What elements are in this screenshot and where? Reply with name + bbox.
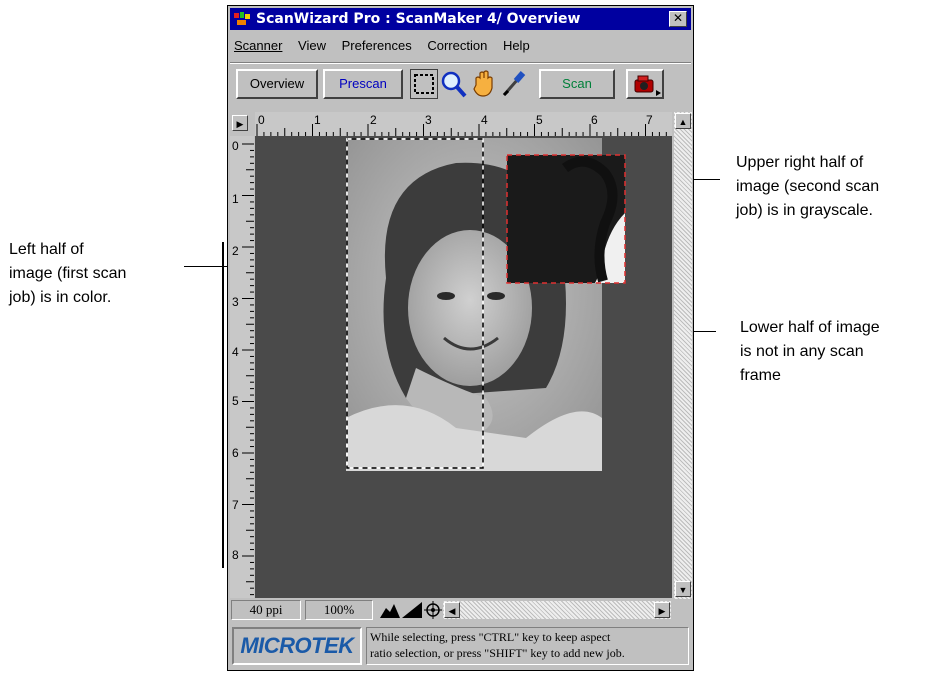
microtek-logo: MICROTEK <box>232 627 362 665</box>
v-ruler-label-4: 4 <box>232 345 239 359</box>
scroll-right-button[interactable]: ▶ <box>654 602 670 618</box>
annotation-left-line2: image (first scan <box>9 265 127 282</box>
v-ruler-label-3: 3 <box>232 295 239 309</box>
overview-label: Overview <box>249 76 305 91</box>
hint-line-2: ratio selection, or press "SHIFT" key to… <box>370 646 625 660</box>
vertical-ruler: 0 1 2 3 4 5 6 7 8 <box>230 136 254 598</box>
scanwizard-window: ScanWizard Pro : ScanMaker 4/ Overview ✕… <box>227 5 694 671</box>
annotation-lower-right: Lower half of image is not in any scan f… <box>740 316 880 388</box>
play-arrow-icon: ▶ <box>236 119 244 129</box>
annotation-upper-right-line3: job) is in grayscale. <box>736 202 873 219</box>
v-ruler-label-2: 2 <box>232 244 239 258</box>
target-icon[interactable] <box>424 601 442 619</box>
h-ruler-label-3: 3 <box>425 113 432 127</box>
h-ruler-label-4: 4 <box>481 113 488 127</box>
v-ruler-label-1: 1 <box>232 192 239 206</box>
annotation-lower-right-line2: is not in any scan <box>740 343 864 360</box>
close-icon: ✕ <box>672 11 684 25</box>
ruler-toggle-button[interactable]: ▶ <box>232 115 248 131</box>
preview-canvas[interactable] <box>255 136 672 598</box>
prescan-label: Prescan <box>339 76 387 91</box>
annotation-left-line1: Left half of <box>9 241 84 258</box>
scan-label: Scan <box>562 76 592 91</box>
horizontal-scrollbar[interactable]: ◀ ▶ <box>443 601 671 619</box>
tool-group <box>410 69 530 99</box>
zoom-icon[interactable] <box>440 69 468 99</box>
selection-hint: While selecting, press "CTRL" key to kee… <box>366 627 689 665</box>
overview-button[interactable]: Overview <box>236 69 318 99</box>
vertical-scrollbar[interactable]: ▲ ▼ <box>674 112 692 599</box>
annotation-upper-right-line1: Upper right half of <box>736 154 864 171</box>
v-ruler-label-0: 0 <box>232 139 239 153</box>
histogram-icon[interactable] <box>380 602 400 618</box>
arrow-left-icon: ◀ <box>448 606 456 616</box>
annotation-upper-right: Upper right half of image (second scan j… <box>736 151 879 223</box>
scan-frame-grayscale[interactable] <box>505 153 629 287</box>
scanner-settings-icon <box>634 75 661 96</box>
resolution-readout: 40 ppi <box>231 600 301 620</box>
v-ruler-label-5: 5 <box>232 394 239 408</box>
scroll-left-button[interactable]: ◀ <box>444 602 460 618</box>
zoom-readout: 100% <box>305 600 373 620</box>
h-ruler-label-0: 0 <box>258 113 265 127</box>
h-ruler-label-7: 7 <box>646 113 653 127</box>
menu-help[interactable]: Help <box>503 38 530 53</box>
toolbar-separator <box>230 62 691 64</box>
left-bracket-line <box>222 242 224 568</box>
status-bar: 40 ppi 100% ◀ ▶ <box>230 599 691 621</box>
menu-bar: Scanner View Preferences Correction Help <box>234 38 542 53</box>
eyedropper-icon[interactable] <box>500 69 528 99</box>
v-ruler-label-6: 6 <box>232 446 239 460</box>
hint-line-1: While selecting, press "CTRL" key to kee… <box>370 630 611 644</box>
h-ruler-label-6: 6 <box>591 113 598 127</box>
annotation-lower-right-line1: Lower half of image <box>740 319 880 336</box>
annotation-left: Left half of image (first scan job) is i… <box>9 238 126 310</box>
hand-pan-icon[interactable] <box>470 69 498 99</box>
zoom-value: 100% <box>323 602 355 617</box>
window-title: ScanWizard Pro : ScanMaker 4/ Overview <box>256 11 581 27</box>
annotation-lower-right-line3: frame <box>740 367 781 384</box>
scanner-settings-button[interactable] <box>626 69 664 99</box>
annotation-upper-right-line2: image (second scan <box>736 178 880 195</box>
app-icon <box>234 12 250 25</box>
h-ruler-label-5: 5 <box>536 113 543 127</box>
scroll-down-button[interactable]: ▼ <box>675 581 691 597</box>
v-ruler-label-8: 8 <box>232 548 239 562</box>
close-button[interactable]: ✕ <box>669 11 687 27</box>
v-ruler-label-7: 7 <box>232 498 239 512</box>
h-ruler-label-2: 2 <box>370 113 377 127</box>
arrow-down-icon: ▼ <box>678 585 688 595</box>
resolution-value: 40 ppi <box>249 602 283 617</box>
logo-text: MICROTEK <box>240 633 354 658</box>
horizontal-ruler: 0 1 2 3 4 5 6 7 <box>255 112 672 136</box>
scan-button[interactable]: Scan <box>539 69 615 99</box>
menu-correction[interactable]: Correction <box>427 38 487 53</box>
menu-view[interactable]: View <box>298 38 326 53</box>
arrow-up-icon: ▲ <box>678 117 688 127</box>
scroll-up-button[interactable]: ▲ <box>675 113 691 129</box>
arrow-right-icon: ▶ <box>658 606 666 616</box>
menu-preferences[interactable]: Preferences <box>342 38 412 53</box>
annotation-left-line3: job) is in color. <box>9 289 112 306</box>
menu-scanner[interactable]: Scanner <box>234 38 282 53</box>
marquee-select-icon[interactable] <box>410 69 438 99</box>
h-ruler-label-1: 1 <box>314 113 321 127</box>
prescan-button[interactable]: Prescan <box>323 69 403 99</box>
curve-icon[interactable] <box>402 602 422 618</box>
title-bar[interactable]: ScanWizard Pro : ScanMaker 4/ Overview ✕ <box>230 8 691 30</box>
